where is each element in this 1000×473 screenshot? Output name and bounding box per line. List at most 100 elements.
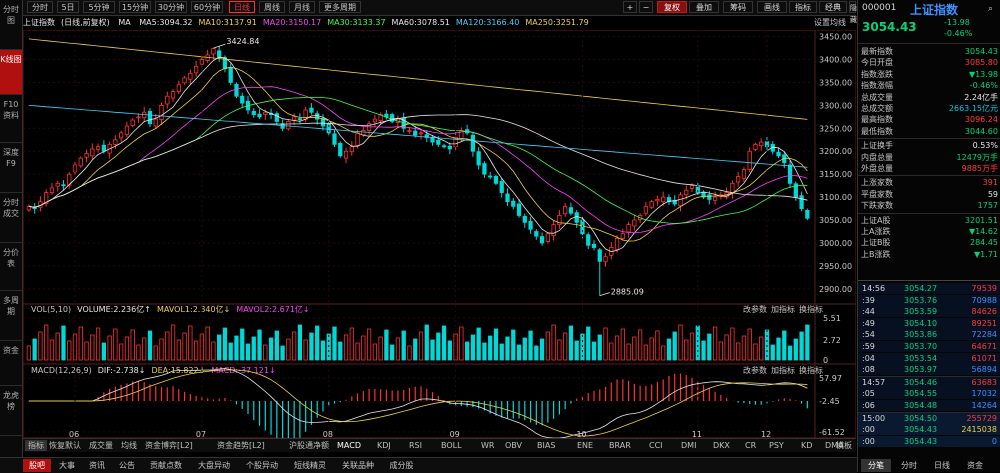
volume-panel-button[interactable]: 换指标 (799, 304, 823, 314)
volume-bar (424, 324, 429, 361)
macd-panel-button[interactable]: 改参数 (743, 365, 767, 375)
bottom-tab[interactable]: 个股异动 (239, 459, 285, 472)
indicator-option[interactable]: KDJ (377, 440, 391, 451)
tab-intraday[interactable]: 分时图 (0, 0, 22, 50)
period-30min[interactable]: 30分钟 (155, 1, 187, 13)
tick-volume: 72284 (971, 330, 997, 340)
indicator-option[interactable]: RSI (409, 440, 422, 451)
candle-body (355, 132, 360, 146)
candle-body (176, 84, 181, 93)
tab-capital[interactable]: 资金 (0, 341, 22, 386)
period-more[interactable]: 更多周期 (319, 1, 361, 13)
tab-dragon-tiger[interactable]: 龙虎榜 (0, 386, 22, 436)
candle-body (240, 95, 245, 104)
tick-price: 3054.46 (904, 377, 938, 387)
ma-item: MA250:3251.79 (525, 18, 589, 27)
zoom-in-button[interactable]: + (623, 1, 637, 13)
period-weekly[interactable]: 周线 (259, 1, 285, 13)
indicator-option[interactable]: BOLL (441, 440, 462, 451)
quote-tab[interactable]: 日线 (927, 459, 957, 472)
indicator-button[interactable]: 指标 (789, 1, 817, 13)
period-15min[interactable]: 15分钟 (119, 1, 151, 13)
overlay-button[interactable]: 叠加 (689, 1, 719, 13)
tab-depth[interactable]: 深度F9 (0, 143, 22, 193)
period-5min[interactable]: 5分钟 (83, 1, 115, 13)
candle-body (228, 66, 233, 83)
macd-panel-button[interactable]: 加指标 (771, 365, 795, 375)
hide-button[interactable]: 隐藏 (849, 1, 857, 24)
tick-time: :05 (862, 389, 875, 399)
indicator-option[interactable]: BRAR (609, 440, 631, 451)
indicator-option[interactable]: CCI (649, 440, 663, 451)
tick-row: :49 3054.10 89251 (858, 317, 1000, 329)
indicator-option[interactable]: DKX (713, 440, 730, 451)
period-monthly[interactable]: 月线 (289, 1, 315, 13)
bottom-tab[interactable]: 公告 (113, 459, 141, 472)
period-5day[interactable]: 5日 (57, 1, 79, 13)
candle-body (776, 151, 781, 157)
volume-bar (44, 324, 49, 361)
bottom-tab[interactable]: 大盘异动 (191, 459, 237, 472)
indicator-option[interactable]: 模板 (836, 440, 852, 451)
tick-volume: 61071 (971, 353, 997, 363)
zoom-out-button[interactable]: − (639, 1, 653, 13)
indicator-option[interactable]: PSY (769, 440, 784, 451)
adjust-button[interactable]: 复权 (657, 1, 687, 13)
classic-button[interactable]: 经典 (819, 1, 847, 13)
tick-time: :54 (862, 330, 875, 340)
candle-body (488, 175, 493, 178)
ma-settings-link[interactable]: 设置均线 (814, 16, 846, 30)
indicator-option[interactable]: 沪股通净额 (289, 440, 329, 451)
indicator-option[interactable]: CR (745, 440, 756, 451)
candle-body (315, 113, 320, 120)
indicator-option[interactable]: 成交量 (89, 440, 113, 451)
period-60min[interactable]: 60分钟 (191, 1, 223, 13)
indicator-option[interactable]: 资金博弈[L2] (145, 440, 193, 451)
volume-bar (482, 342, 487, 361)
bottom-tab[interactable]: 资讯 (83, 459, 111, 472)
period-daily[interactable]: 日线 (229, 1, 255, 13)
chip-button[interactable]: 筹码 (723, 1, 753, 13)
quote-tab[interactable]: 资金 (960, 459, 990, 472)
draw-line-button[interactable]: 画线 (757, 1, 787, 13)
candle-body (505, 193, 510, 203)
search-icon[interactable]: ⌕ (988, 4, 993, 14)
tab-price-table[interactable]: 分价表 (0, 243, 22, 291)
indicator-option[interactable]: MACD (337, 440, 361, 451)
indicator-option[interactable]: 均线 (121, 440, 137, 451)
bottom-tab[interactable]: 关联品种 (335, 459, 381, 472)
bottom-tab[interactable]: 大事 (53, 459, 81, 472)
tab-kline[interactable]: K线图 (0, 50, 22, 95)
volume-panel-button[interactable]: 加指标 (771, 304, 795, 314)
tab-f10[interactable]: F10资料 (0, 95, 22, 143)
candle-body (730, 182, 735, 194)
quote-tab[interactable]: 分笔 (861, 459, 891, 472)
period-intraday[interactable]: 分时 (27, 1, 53, 13)
bottom-tab[interactable]: 成分股 (383, 459, 420, 472)
indicator-option[interactable]: DMI (681, 440, 696, 451)
candle-body (482, 163, 487, 175)
indicator-option[interactable]: OBV (505, 440, 522, 451)
indicator-option[interactable]: 资金趋势[L2] (217, 440, 265, 451)
tab-trades[interactable]: 分时成交 (0, 193, 22, 243)
bottom-tab[interactable]: 股吧 (23, 459, 51, 472)
kline-chart[interactable]: 3450.00 3400.00 3350.00 3300.00 3250.00 3200.… (23, 30, 856, 438)
indicator-option[interactable]: ENE (577, 440, 593, 451)
volume-bar (355, 342, 360, 361)
volume-bar (614, 335, 620, 361)
bottom-tab[interactable]: 贡献点数 (143, 459, 189, 472)
tick-volume: 56894 (971, 365, 997, 375)
quote-row: 最低指数 3044.60 (858, 126, 1000, 137)
ma-item: MA20:3150.17 (262, 18, 322, 27)
volume-bar (309, 332, 314, 361)
indicator-option[interactable]: WR (481, 440, 494, 451)
bottom-tab[interactable]: 短线精灵 (287, 459, 333, 472)
volume-bar (274, 330, 279, 361)
indicator-option[interactable]: KD (801, 440, 812, 451)
indicator-option[interactable]: 指标 (25, 440, 47, 451)
tab-multi-period[interactable]: 多周期 (0, 291, 22, 341)
volume-panel-button[interactable]: 改参数 (743, 304, 767, 314)
indicator-option[interactable]: BIAS (537, 440, 555, 451)
quote-tab[interactable]: 分时 (894, 459, 924, 472)
indicator-option[interactable]: 恢复默认 (49, 440, 81, 451)
